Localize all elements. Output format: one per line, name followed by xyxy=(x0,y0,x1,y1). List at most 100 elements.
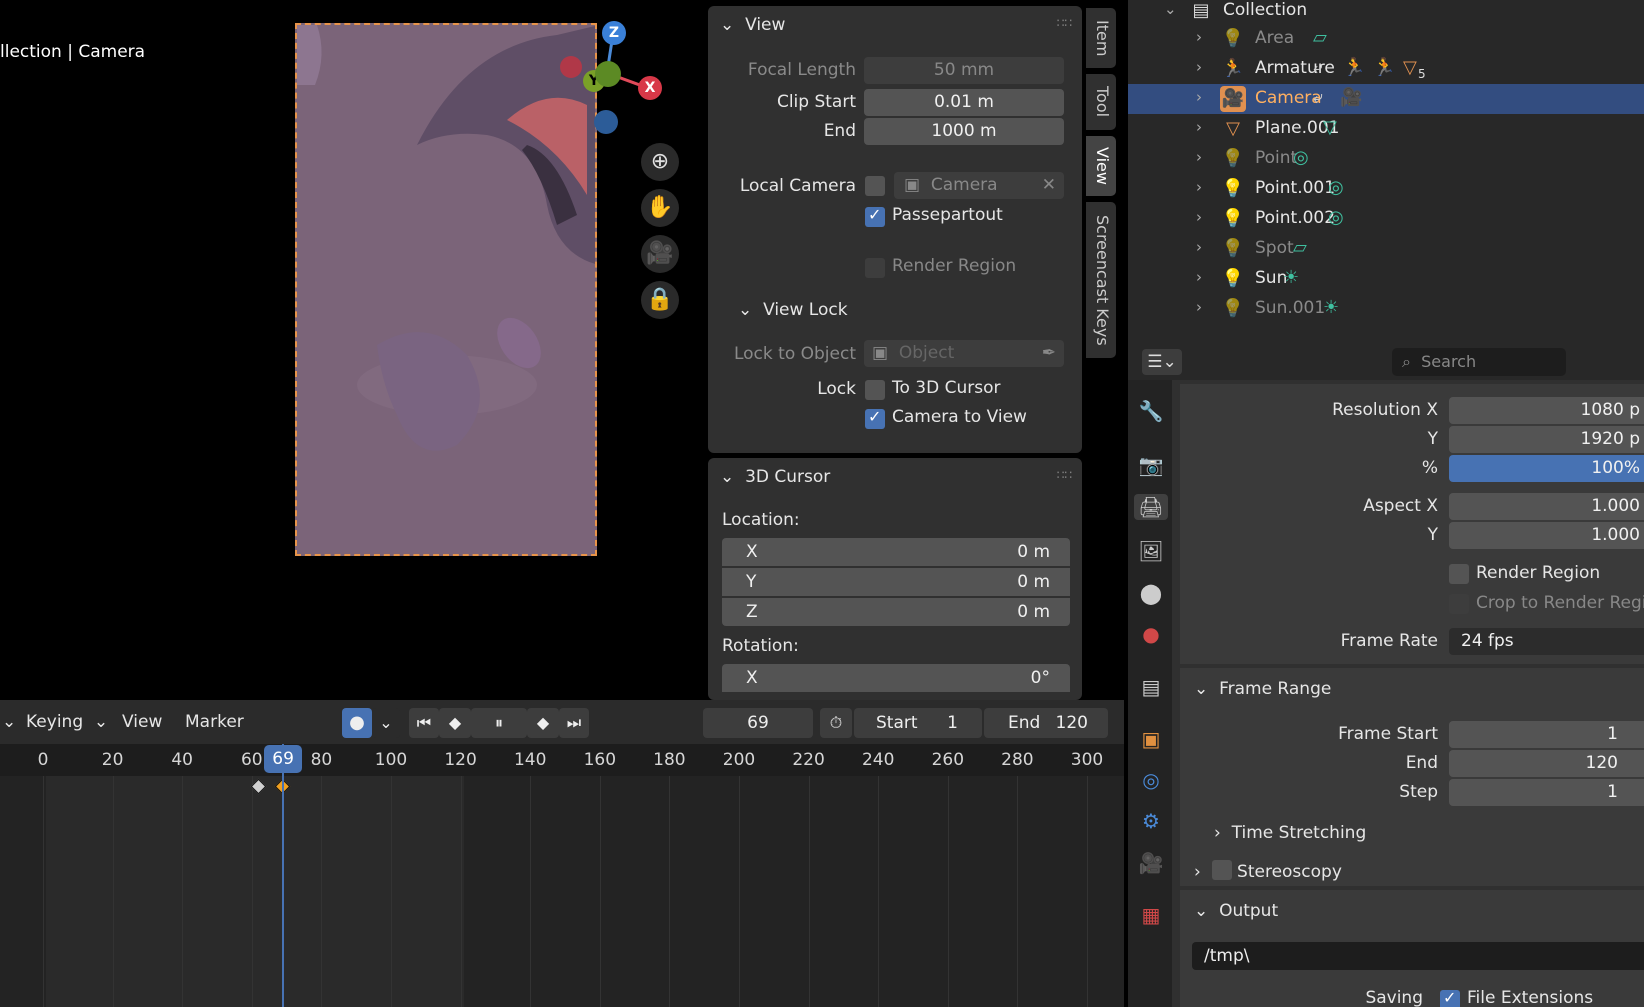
next-keyframe-icon[interactable]: ◆ xyxy=(527,708,559,738)
record-button[interactable]: ● xyxy=(342,708,372,738)
clear-icon[interactable]: ✕ xyxy=(1042,172,1056,199)
frame-start-field[interactable]: 1 xyxy=(1449,721,1644,748)
mesh-data-icon[interactable]: ▽ xyxy=(1323,117,1337,138)
camera-data-icon[interactable]: 🎥 xyxy=(1138,850,1164,876)
chevron-right-icon[interactable]: › xyxy=(1196,208,1202,226)
resolution-x-field[interactable]: 1080 p xyxy=(1449,397,1644,424)
resolution-percent-slider[interactable]: 100% xyxy=(1449,455,1644,482)
menu-keying[interactable]: Keying ⌄ xyxy=(26,712,108,732)
outliner-row[interactable]: › 🏃 Armature ⤶ 🏃 🏃 ▽ 5 xyxy=(1128,54,1644,84)
chevron-right-icon[interactable]: › xyxy=(1196,58,1202,76)
gizmo-x-icon[interactable]: X xyxy=(638,76,662,100)
texture-icon[interactable]: ▦ xyxy=(1138,902,1164,928)
chevron-down-icon[interactable]: ⌄ xyxy=(2,712,16,732)
outliner-row[interactable]: › 💡 Point.002 ◎ xyxy=(1128,204,1644,234)
chevron-right-icon[interactable]: › xyxy=(1196,268,1202,286)
object-icon[interactable]: ▣ xyxy=(1138,726,1164,752)
output-header[interactable]: ⌄ Output xyxy=(1180,901,1644,921)
light-data-icon[interactable]: ◎ xyxy=(1293,147,1309,168)
render-region-checkbox[interactable] xyxy=(1449,564,1469,584)
render-region-checkbox[interactable] xyxy=(865,258,885,278)
constraint-icon[interactable]: ⤶ xyxy=(1313,87,1323,108)
to-3d-cursor-checkbox[interactable] xyxy=(865,380,885,400)
light-data-icon[interactable]: ▱ xyxy=(1313,27,1327,48)
camera-data-icon[interactable]: 🎥 xyxy=(1340,87,1362,108)
menu-view[interactable]: View xyxy=(122,712,162,732)
outliner-row[interactable]: › ▽ Plane.001 ▽ xyxy=(1128,114,1644,144)
current-frame-field[interactable]: 69 xyxy=(703,708,813,738)
drag-handle-icon[interactable]: ∷∷ xyxy=(1057,468,1072,482)
outliner-row[interactable]: › 💡 Point.001 ◎ xyxy=(1128,174,1644,204)
clip-end-field[interactable]: 1000 m xyxy=(864,118,1064,145)
time-stretching-header[interactable]: › Time Stretching xyxy=(1180,823,1644,843)
output-path-field[interactable]: /tmp\ xyxy=(1192,942,1644,970)
pause-icon[interactable]: ⏸ xyxy=(471,708,527,738)
location-x-field[interactable]: X 0 m xyxy=(722,538,1070,566)
3d-cursor-title[interactable]: ⌄ 3D Cursor xyxy=(720,467,830,487)
stereoscopy-header[interactable]: › Stereoscopy xyxy=(1180,860,1644,882)
resolution-y-field[interactable]: 1920 p xyxy=(1449,426,1644,453)
start-frame-field[interactable]: Start 1 xyxy=(854,708,982,738)
rotation-x-field[interactable]: X 0° xyxy=(722,664,1070,692)
jump-start-icon[interactable]: ⏮ xyxy=(409,708,439,738)
hand-icon[interactable]: ✋ xyxy=(641,189,679,227)
menu-marker[interactable]: Marker xyxy=(185,712,244,732)
gizmo-neg-x-icon[interactable] xyxy=(560,56,582,78)
chevron-right-icon[interactable]: › xyxy=(1196,238,1202,256)
view-layer-icon[interactable]: 🖼 xyxy=(1138,538,1164,564)
tab-item[interactable]: Item xyxy=(1086,8,1116,68)
jump-end-icon[interactable]: ⏭ xyxy=(559,708,589,738)
drag-handle-icon[interactable]: ∷∷ xyxy=(1057,16,1072,30)
frame-ruler[interactable]: 0 20 40 60 80 100 120 140 160 180 200 220 240 260 280 3… xyxy=(0,744,1124,776)
outliner-row[interactable]: › 🎥 Camera ⤶ 🎥 xyxy=(1128,84,1644,114)
tab-tool[interactable]: Tool xyxy=(1086,74,1116,130)
light-data-icon[interactable]: ◎ xyxy=(1328,207,1344,228)
local-camera-field[interactable]: ▣ Camera ✕ xyxy=(894,172,1064,199)
lock-icon[interactable]: 🔒 xyxy=(641,281,679,319)
outliner-row[interactable]: › 💡 Spot ▱ xyxy=(1128,234,1644,264)
aspect-x-field[interactable]: 1.000 xyxy=(1449,493,1644,520)
outliner-row[interactable]: › 💡 Sun ☀ xyxy=(1128,264,1644,294)
sun-icon[interactable]: ☀ xyxy=(1283,267,1299,288)
clip-start-field[interactable]: 0.01 m xyxy=(864,89,1064,116)
frame-step-field[interactable]: 1 xyxy=(1449,779,1644,806)
chevron-down-icon[interactable]: ⌄ xyxy=(1164,0,1177,18)
scene-icon[interactable]: ⬤ xyxy=(1138,580,1164,606)
lock-to-object-field[interactable]: ▣ Object ✒ xyxy=(864,340,1064,367)
local-camera-checkbox[interactable] xyxy=(865,176,885,196)
physics-icon[interactable]: ◎ xyxy=(1138,767,1164,793)
playhead-label[interactable]: 69 xyxy=(264,745,303,773)
zoom-icon[interactable]: ⊕ xyxy=(641,143,679,181)
location-y-field[interactable]: Y 0 m xyxy=(722,568,1070,596)
render-icon[interactable]: 📷 xyxy=(1138,452,1164,478)
chevron-right-icon[interactable]: › xyxy=(1196,118,1202,136)
stopwatch-icon[interactable]: ⏱ xyxy=(820,708,852,738)
file-extensions-checkbox[interactable] xyxy=(1440,988,1460,1007)
frame-end-field[interactable]: 120 xyxy=(1449,750,1644,777)
passepartout-checkbox[interactable] xyxy=(865,205,885,227)
frame-range-header[interactable]: ⌄ Frame Range xyxy=(1180,679,1644,699)
collection-row[interactable]: ⌄ ▤ Collection xyxy=(1128,0,1644,26)
sun-icon[interactable]: ☀ xyxy=(1323,297,1339,318)
chevron-right-icon[interactable]: › xyxy=(1196,28,1202,46)
world-icon[interactable]: ● xyxy=(1138,621,1164,647)
chevron-right-icon[interactable]: › xyxy=(1196,148,1202,166)
navigation-gizmo[interactable]: Z Y X xyxy=(545,18,675,138)
gizmo-z-icon[interactable]: Z xyxy=(602,21,626,45)
stereoscopy-checkbox[interactable] xyxy=(1211,860,1232,880)
eyedropper-icon[interactable]: ✒ xyxy=(1042,340,1056,367)
crop-region-checkbox[interactable] xyxy=(1449,594,1469,614)
pose-icon[interactable]: 🏃 xyxy=(1373,57,1395,78)
gizmo-neg-z-icon[interactable] xyxy=(594,110,618,134)
pose-icon[interactable]: 🏃 xyxy=(1343,57,1365,78)
focal-length-field[interactable]: 50 mm xyxy=(864,57,1064,84)
collection-icon[interactable]: ▤ xyxy=(1138,674,1164,700)
outliner-row[interactable]: › 💡 Area ▱ xyxy=(1128,24,1644,54)
outliner-row[interactable]: › 💡 Sun.001 ☀ xyxy=(1128,294,1644,324)
outliner[interactable]: ⌄ ▤ Collection › 💡 Area ▱ › 🏃 Armature ⤶ 🏃 🏃 ▽ 5 › 🎥 C… xyxy=(1128,0,1644,344)
end-frame-field[interactable]: End 120 xyxy=(984,708,1108,738)
frame-rate-dropdown[interactable]: 24 fps xyxy=(1449,628,1644,655)
camera-view-icon[interactable]: 🎥 xyxy=(641,235,679,273)
tab-view[interactable]: View xyxy=(1086,136,1116,196)
prev-keyframe-icon[interactable]: ◆ xyxy=(439,708,471,738)
